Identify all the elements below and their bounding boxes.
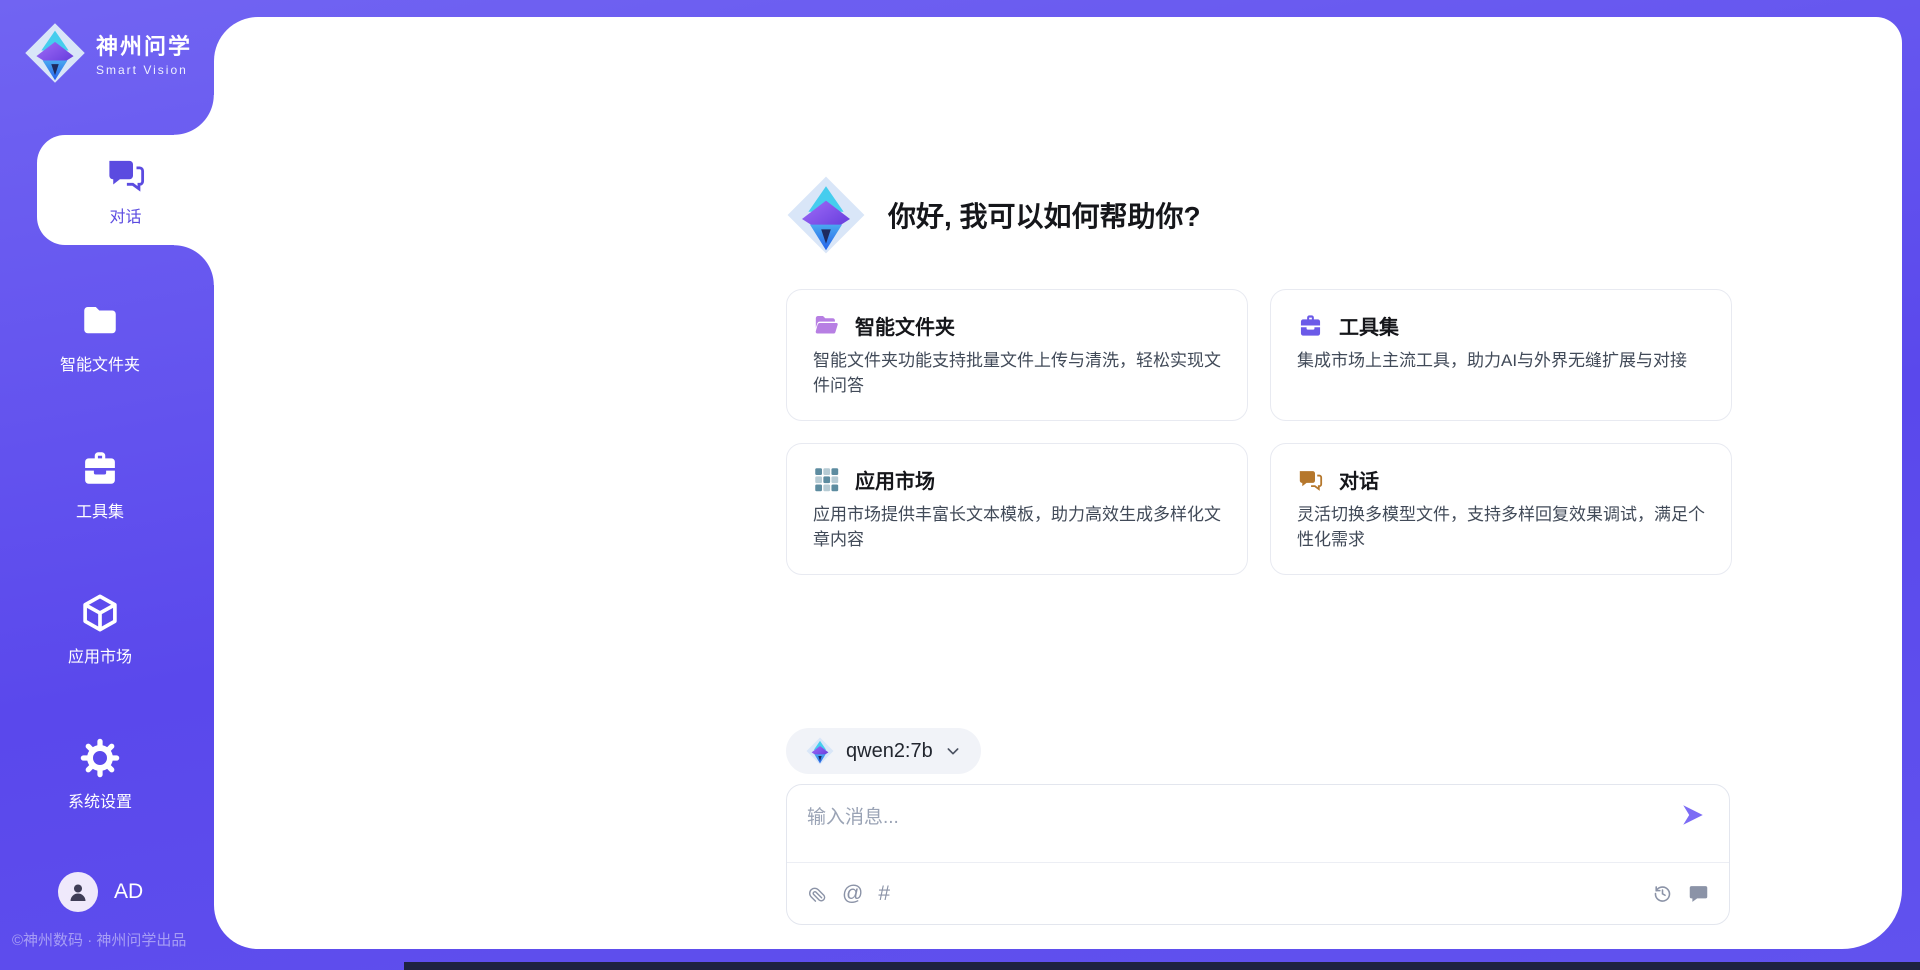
card-title: 智能文件夹 xyxy=(855,311,955,340)
chevron-down-icon xyxy=(945,743,961,759)
at-mention-button[interactable]: @ xyxy=(842,883,863,904)
hash-topic-button[interactable]: # xyxy=(878,883,890,904)
card-description: 灵活切换多模型文件，支持多样回复效果调试，满足个性化需求 xyxy=(1297,503,1705,552)
chat-icon xyxy=(1297,466,1324,493)
brand-name: 神州问学 xyxy=(96,29,192,61)
diamond-logo-icon xyxy=(806,737,834,765)
chat-icon xyxy=(105,153,147,195)
sidebar-item-settings[interactable]: 系统设置 xyxy=(0,737,200,812)
brand-subtitle: Smart Vision xyxy=(96,63,192,77)
sidebar-item-smart-folder[interactable]: 智能文件夹 xyxy=(0,300,200,375)
card-app-market[interactable]: 应用市场 应用市场提供丰富长文本模板，助力高效生成多样化文章内容 xyxy=(786,443,1248,575)
message-input[interactable] xyxy=(787,785,1729,862)
toolbox-icon xyxy=(79,447,121,489)
model-name: qwen2:7b xyxy=(846,740,933,763)
history-icon xyxy=(1652,883,1673,904)
composer-toolbar: @ # xyxy=(787,862,1729,924)
sidebar-item-label: 智能文件夹 xyxy=(60,351,140,375)
hash-icon: # xyxy=(878,883,890,904)
send-icon xyxy=(1680,802,1706,828)
card-chat[interactable]: 对话 灵活切换多模型文件，支持多样回复效果调试，满足个性化需求 xyxy=(1270,443,1732,575)
card-description: 应用市场提供丰富长文本模板，助力高效生成多样化文章内容 xyxy=(813,503,1221,552)
sidebar-item-label: 应用市场 xyxy=(68,643,132,667)
message-icon xyxy=(1688,883,1709,904)
card-toolset[interactable]: 工具集 集成市场上主流工具，助力AI与外界无缝扩展与对接 xyxy=(1270,289,1732,421)
gear-icon xyxy=(79,737,121,779)
diamond-logo-icon xyxy=(786,175,866,255)
tab-connector-top xyxy=(174,95,214,135)
card-description: 集成市场上主流工具，助力AI与外界无缝扩展与对接 xyxy=(1297,349,1705,374)
sidebar: 神州问学 Smart Vision 对话 智能文件夹 工具集 xyxy=(0,0,214,970)
main-content-panel: 你好, 我可以如何帮助你? 智能文件夹 智能文件夹功能支持批量文件上传与清洗，轻… xyxy=(214,17,1902,949)
at-icon: @ xyxy=(842,883,863,904)
greeting-text: 你好, 我可以如何帮助你? xyxy=(888,195,1201,235)
folder-icon xyxy=(813,312,840,339)
avatar xyxy=(58,872,98,912)
sidebar-item-app-market[interactable]: 应用市场 xyxy=(0,592,200,667)
sidebar-item-label: 工具集 xyxy=(76,498,124,522)
grid-icon xyxy=(813,466,840,493)
card-title: 工具集 xyxy=(1339,311,1399,340)
tab-connector-bottom xyxy=(174,245,214,285)
user-account[interactable]: AD xyxy=(58,872,143,912)
card-title: 对话 xyxy=(1339,465,1379,494)
person-icon xyxy=(66,880,90,904)
card-title: 应用市场 xyxy=(855,465,935,494)
send-button[interactable] xyxy=(1679,801,1707,829)
copyright-footer: ©神州数码 · 神州问学出品 xyxy=(12,929,186,950)
quick-cards-grid: 智能文件夹 智能文件夹功能支持批量文件上传与清洗，轻松实现文件问答 工具集 集成… xyxy=(786,289,1732,575)
brand-block: 神州问学 Smart Vision xyxy=(24,22,192,84)
sidebar-item-toolset[interactable]: 工具集 xyxy=(0,447,200,522)
new-message-button[interactable] xyxy=(1688,883,1709,904)
user-initials: AD xyxy=(114,880,143,904)
sidebar-item-label: 对话 xyxy=(109,203,141,227)
greeting-block: 你好, 我可以如何帮助你? xyxy=(786,175,1201,255)
message-composer: @ # xyxy=(786,784,1730,925)
card-smart-folder[interactable]: 智能文件夹 智能文件夹功能支持批量文件上传与清洗，轻松实现文件问答 xyxy=(786,289,1248,421)
cube-icon xyxy=(79,592,121,634)
folder-icon xyxy=(79,300,121,342)
attach-file-button[interactable] xyxy=(807,883,827,905)
history-button[interactable] xyxy=(1652,883,1673,904)
sidebar-item-chat[interactable]: 对话 xyxy=(37,135,214,245)
diamond-logo-icon xyxy=(24,22,86,84)
sidebar-item-label: 系统设置 xyxy=(68,788,132,812)
paperclip-icon xyxy=(807,883,827,905)
bottom-edge-strip xyxy=(404,962,1920,970)
model-selector[interactable]: qwen2:7b xyxy=(786,728,981,774)
card-description: 智能文件夹功能支持批量文件上传与清洗，轻松实现文件问答 xyxy=(813,349,1221,398)
toolbox-icon xyxy=(1297,312,1324,339)
